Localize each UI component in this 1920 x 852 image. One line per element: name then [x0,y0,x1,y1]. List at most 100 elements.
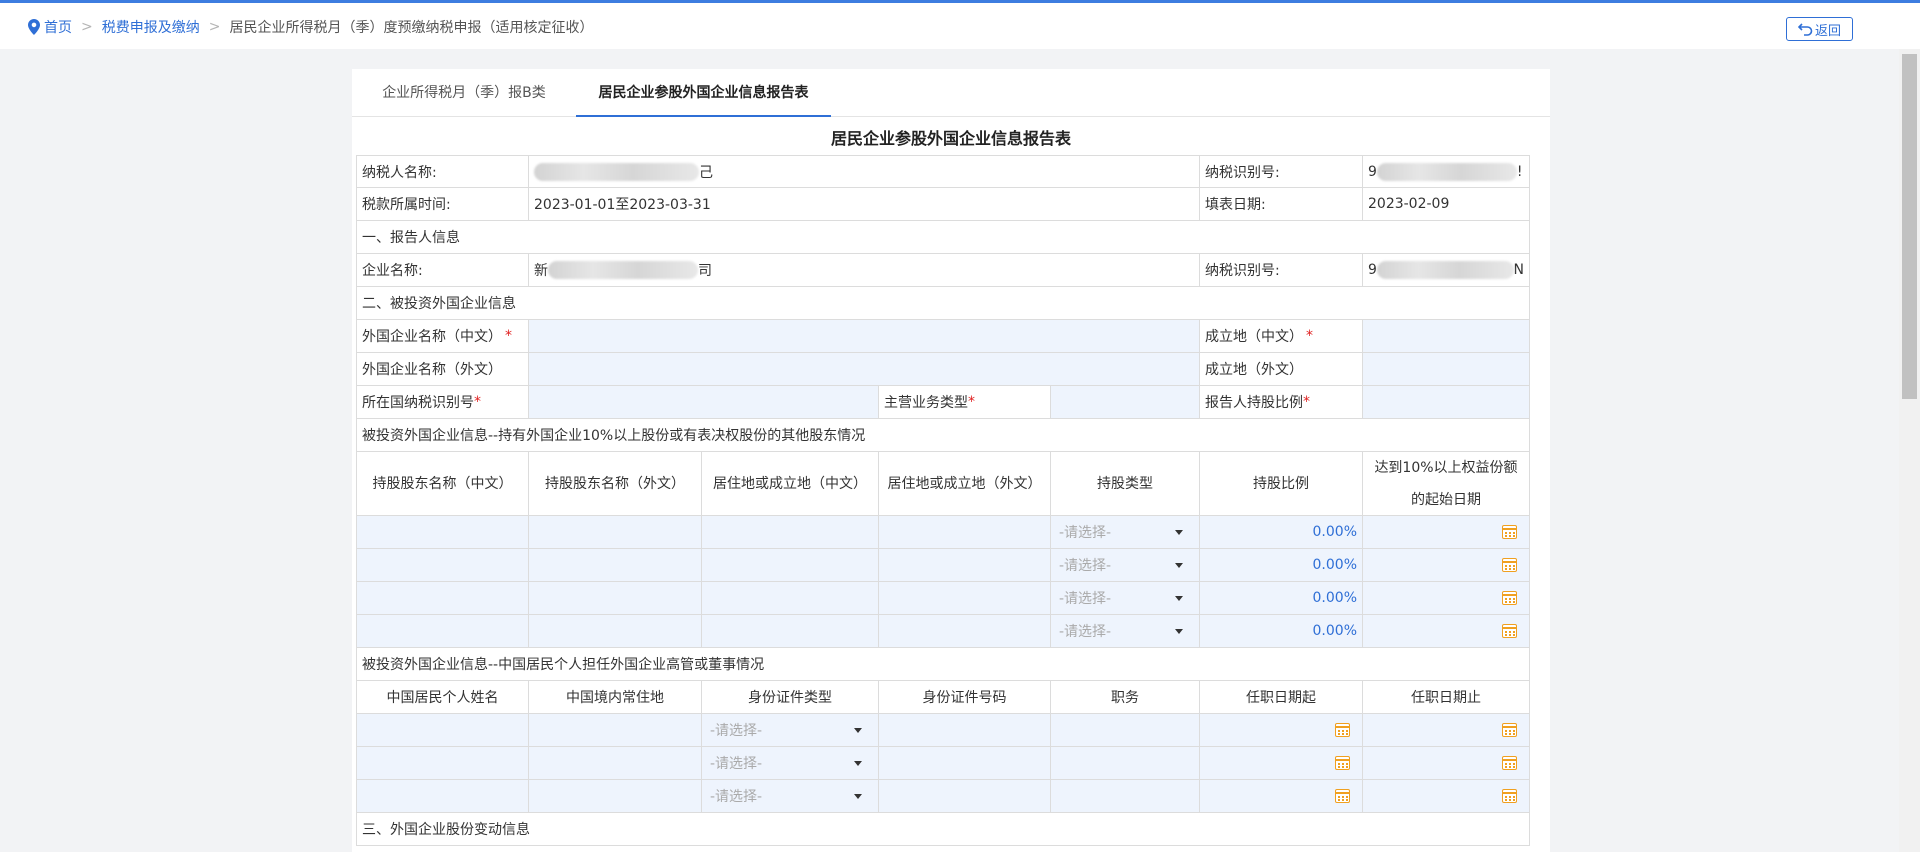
term-end-input[interactable] [1363,747,1530,780]
position-input[interactable] [1051,747,1200,780]
id-number-input[interactable] [879,747,1051,780]
holding-type-select[interactable]: -请选择- [1051,549,1200,582]
resident-name-input[interactable] [356,714,529,747]
residence-cn-input[interactable] [702,582,879,615]
id-number-input[interactable] [879,714,1051,747]
calendar-icon[interactable] [1502,558,1517,572]
calendar-icon[interactable] [1335,723,1350,737]
holding-ratio-input[interactable]: 0.00% [1200,582,1363,615]
calendar-icon[interactable] [1502,723,1517,737]
breadcrumb: 首页 > 税费申报及缴纳 > 居民企业所得税月（季）度预缴纳税申报（适用核定征收… [28,17,593,37]
est-place-cn-label: 成立地（中文） * [1200,320,1363,353]
company-id-label: 纳税识别号: [1200,254,1363,287]
resident-name-input[interactable] [356,747,529,780]
country-tax-id-label: 所在国纳税识别号 * [356,386,529,419]
term-start-input[interactable] [1200,780,1363,813]
est-place-cn-input[interactable] [1363,320,1530,353]
shareholder-name-cn-input[interactable] [356,549,529,582]
residence-cn-input[interactable] [702,516,879,549]
shareholder-name-cn-input[interactable] [356,516,529,549]
domestic-residence-input[interactable] [529,747,702,780]
term-start-input[interactable] [1200,714,1363,747]
holding-ratio-input[interactable]: 0.00% [1200,549,1363,582]
resident-name-input[interactable] [356,780,529,813]
residence-en-input[interactable] [879,516,1051,549]
foreign-name-cn-label: 外国企业名称（中文） * [356,320,529,353]
id-type-select[interactable]: -请选择- [702,714,879,747]
shareholder-name-en-input[interactable] [529,516,702,549]
foreign-name-cn-input[interactable] [529,320,1200,353]
table-row: 所在国纳税识别号 * 主营业务类型 * 报告人持股比例 * [356,386,1530,419]
column-header: 身份证件号码 [879,681,1051,714]
calendar-icon[interactable] [1502,591,1517,605]
tax-period-label: 税款所属时间: [356,188,529,221]
residence-en-input[interactable] [879,615,1051,648]
foreign-name-en-input[interactable] [529,353,1200,386]
chevron-down-icon [1175,628,1183,634]
column-header: 居住地或成立地（中文） [702,452,879,516]
calendar-icon[interactable] [1502,525,1517,539]
shareholder-name-cn-input[interactable] [356,582,529,615]
shareholders-header-row: 持股股东名称（中文） 持股股东名称（外文） 居住地或成立地（中文） 居住地或成立… [356,452,1530,516]
section-header-row: 三、外国企业股份变动信息 [356,813,1530,846]
position-input[interactable] [1051,714,1200,747]
back-button[interactable]: 返回 [1786,17,1853,41]
redacted-value [534,162,699,181]
column-header: 达到10%以上权益份额的起始日期 [1363,452,1530,516]
id-type-select[interactable]: -请选择- [702,747,879,780]
company-name-label: 企业名称: [356,254,529,287]
start-date-input[interactable] [1363,516,1530,549]
breadcrumb-home-link[interactable]: 首页 [44,17,72,37]
shareholder-name-cn-input[interactable] [356,615,529,648]
domestic-residence-input[interactable] [529,780,702,813]
calendar-icon[interactable] [1502,789,1517,803]
shareholder-name-en-input[interactable] [529,549,702,582]
holding-type-select[interactable]: -请选择- [1051,615,1200,648]
required-mark: * [1306,328,1313,344]
holding-type-select[interactable]: -请选择- [1051,516,1200,549]
breadcrumb-separator: > [81,19,93,35]
calendar-icon[interactable] [1335,789,1350,803]
shareholder-name-en-input[interactable] [529,615,702,648]
vertical-scrollbar[interactable] [1899,49,1920,852]
column-header: 中国居民个人姓名 [356,681,529,714]
residence-en-input[interactable] [879,582,1051,615]
holding-ratio-input[interactable] [1363,386,1530,419]
start-date-input[interactable] [1363,582,1530,615]
tab-enterprise-income-tax-b[interactable]: 企业所得税月（季）报B类 [352,69,576,117]
position-input[interactable] [1051,780,1200,813]
column-header: 持股股东名称（外文） [529,452,702,516]
holding-ratio-input[interactable]: 0.00% [1200,615,1363,648]
scrollbar-thumb[interactable] [1902,54,1917,399]
table-row: -请选择- 0.00% [356,549,1530,582]
calendar-icon[interactable] [1335,756,1350,770]
holding-ratio-input[interactable]: 0.00% [1200,516,1363,549]
domestic-residence-input[interactable] [529,714,702,747]
id-number-input[interactable] [879,780,1051,813]
residence-en-input[interactable] [879,549,1051,582]
section-header-row: 二、被投资外国企业信息 [356,287,1530,320]
residence-cn-input[interactable] [702,615,879,648]
required-mark: * [505,328,512,344]
term-start-input[interactable] [1200,747,1363,780]
term-end-input[interactable] [1363,714,1530,747]
start-date-input[interactable] [1363,549,1530,582]
term-end-input[interactable] [1363,780,1530,813]
table-row: -请选择- [356,714,1530,747]
section-shareholders: 被投资外国企业信息--持有外国企业10%以上股份或有表决权股份的其他股东情况 [356,419,1530,452]
chevron-down-icon [1175,595,1183,601]
column-header: 持股类型 [1051,452,1200,516]
residence-cn-input[interactable] [702,549,879,582]
tab-foreign-enterprise-report[interactable]: 居民企业参股外国企业信息报告表 [576,69,831,117]
est-place-en-input[interactable] [1363,353,1530,386]
country-tax-id-input[interactable] [529,386,879,419]
holding-type-select[interactable]: -请选择- [1051,582,1200,615]
section-share-changes: 三、外国企业股份变动信息 [356,813,1530,846]
shareholder-name-en-input[interactable] [529,582,702,615]
breadcrumb-tax-filing-link[interactable]: 税费申报及缴纳 [102,17,200,37]
main-business-input[interactable] [1051,386,1200,419]
start-date-input[interactable] [1363,615,1530,648]
id-type-select[interactable]: -请选择- [702,780,879,813]
calendar-icon[interactable] [1502,624,1517,638]
calendar-icon[interactable] [1502,756,1517,770]
